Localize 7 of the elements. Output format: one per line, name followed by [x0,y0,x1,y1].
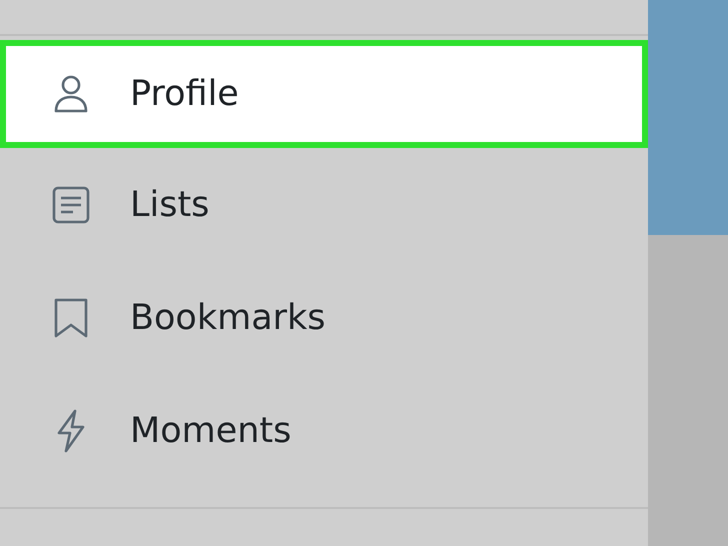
menu-item[interactable]: Bookmarks [0,261,648,374]
lightning-icon [56,408,86,452]
list-icon [51,184,91,224]
menu-item[interactable]: Lists [0,148,648,261]
menu-item[interactable]: Profile [0,40,648,148]
menu-item[interactable]: Moments [0,374,648,487]
bookmark-icon [53,298,89,338]
